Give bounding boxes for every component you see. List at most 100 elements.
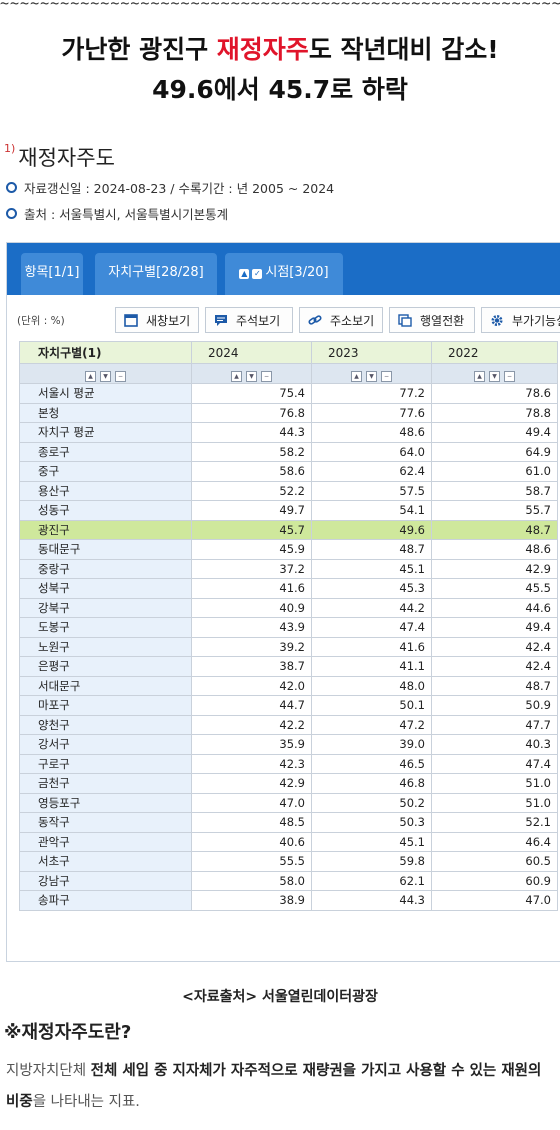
row-district-name: 성동구 bbox=[19, 500, 192, 521]
chevron-up-icon[interactable]: ▲ bbox=[239, 269, 250, 279]
row-value-cell: 77.2 bbox=[311, 383, 432, 404]
sort-up-icon[interactable]: ▲ bbox=[351, 370, 362, 382]
table-row: 구로구 42.3 46.5 47.4 bbox=[19, 753, 558, 774]
row-district-name: 성북구 bbox=[19, 578, 192, 599]
row-value-cell: 58.0 bbox=[191, 870, 312, 891]
extra-settings-button[interactable]: 부가기능설정 bbox=[481, 307, 560, 333]
sort-down-icon[interactable]: ▼ bbox=[100, 370, 111, 382]
sort-down-icon[interactable]: ▼ bbox=[246, 370, 257, 382]
row-value-cell: 48.0 bbox=[311, 675, 432, 696]
row-value-cell: 49.4 bbox=[431, 422, 558, 443]
row-value-cell: 41.6 bbox=[311, 636, 432, 657]
table-row: 강서구 35.9 39.0 40.3 bbox=[19, 734, 558, 755]
row-district-name: 송파구 bbox=[19, 890, 192, 911]
filter-icon[interactable]: − bbox=[504, 370, 515, 382]
row-value-cell: 78.6 bbox=[431, 383, 558, 404]
sort-controls: ▲ ▼ − bbox=[431, 363, 558, 384]
row-value-cell: 48.6 bbox=[431, 539, 558, 560]
sort-controls: ▲ ▼ − bbox=[19, 363, 192, 384]
row-district-name: 서울시 평균 bbox=[19, 383, 192, 404]
address-label: 주소보기 bbox=[330, 314, 375, 328]
headline-text-1: 가난한 광진구 bbox=[61, 35, 217, 64]
row-value-cell: 54.1 bbox=[311, 500, 432, 521]
row-value-cell: 58.6 bbox=[191, 461, 312, 482]
transpose-icon bbox=[398, 314, 412, 327]
row-value-cell: 64.0 bbox=[311, 441, 432, 462]
comment-icon bbox=[215, 315, 227, 326]
footnote-marker: 1) bbox=[4, 142, 16, 155]
header-district: 자치구별(1) bbox=[19, 341, 192, 364]
row-value-cell: 58.2 bbox=[191, 441, 312, 462]
row-value-cell: 55.7 bbox=[431, 500, 558, 521]
row-value-cell: 47.7 bbox=[431, 714, 558, 735]
row-value-cell: 40.9 bbox=[191, 597, 312, 618]
table-row: 서울시 평균 75.4 77.2 78.6 bbox=[19, 383, 558, 404]
table-row: 마포구 44.7 50.1 50.9 bbox=[19, 695, 558, 716]
address-button[interactable]: 주소보기 bbox=[299, 307, 383, 333]
toolbar: (단위 : %) 새창보기 주석보기 주소보기 행열전환 부가기능설정 bbox=[7, 295, 560, 343]
transpose-button[interactable]: 행열전환 bbox=[389, 307, 475, 333]
header-year: 2023 bbox=[311, 341, 432, 364]
row-value-cell: 40.3 bbox=[431, 734, 558, 755]
row-value-cell: 76.8 bbox=[191, 402, 312, 423]
row-value-cell: 64.9 bbox=[431, 441, 558, 462]
sort-controls: ▲ ▼ − bbox=[311, 363, 432, 384]
row-value-cell: 45.1 bbox=[311, 558, 432, 579]
row-value-cell: 78.8 bbox=[431, 402, 558, 423]
row-value-cell: 57.5 bbox=[311, 480, 432, 501]
definition-text: 지방자치단체 전체 세입 중 지자체가 자주적으로 재량권을 가지고 사용할 수… bbox=[6, 1056, 556, 1118]
sort-up-icon[interactable]: ▲ bbox=[231, 370, 242, 382]
sort-up-icon[interactable]: ▲ bbox=[85, 370, 96, 382]
table-row: 은평구 38.7 41.1 42.4 bbox=[19, 656, 558, 677]
table-row: 동대문구 45.9 48.7 48.6 bbox=[19, 539, 558, 560]
meta-updated-text: 자료갱신일 : 2024-08-23 / 수록기간 : 년 2005 ~ 202… bbox=[24, 181, 335, 196]
row-value-cell: 47.4 bbox=[311, 617, 432, 638]
sort-controls: ▲ ▼ − bbox=[191, 363, 312, 384]
table-row: 서초구 55.5 59.8 60.5 bbox=[19, 851, 558, 872]
row-value-cell: 45.1 bbox=[311, 831, 432, 852]
filter-icon[interactable]: − bbox=[381, 370, 392, 382]
row-value-cell: 50.3 bbox=[311, 812, 432, 833]
headline: 가난한 광진구 재정자주도 작년대비 감소! 49.6에서 45.7로 하락 bbox=[0, 30, 560, 110]
window-icon bbox=[124, 314, 138, 327]
sort-up-icon[interactable]: ▲ bbox=[474, 370, 485, 382]
tab-district[interactable]: 자치구별[28/28] bbox=[95, 253, 217, 295]
table-row: 노원구 39.2 41.6 42.4 bbox=[19, 636, 558, 657]
row-district-name: 강서구 bbox=[19, 734, 192, 755]
row-value-cell: 47.0 bbox=[191, 792, 312, 813]
row-value-cell: 44.3 bbox=[191, 422, 312, 443]
row-value-cell: 50.2 bbox=[311, 792, 432, 813]
bullet-icon bbox=[6, 208, 17, 219]
row-value-cell: 46.8 bbox=[311, 773, 432, 794]
row-value-cell: 50.9 bbox=[431, 695, 558, 716]
statistics-panel: 항목[1/1] 자치구별[28/28] ▲ ✓ 시점[3/20] (단위 : %) … bbox=[6, 242, 560, 962]
row-value-cell: 48.5 bbox=[191, 812, 312, 833]
tab-items[interactable]: 항목[1/1] bbox=[21, 253, 83, 295]
row-district-name: 마포구 bbox=[19, 695, 192, 716]
row-value-cell: 45.5 bbox=[431, 578, 558, 599]
table-row: 중구 58.6 62.4 61.0 bbox=[19, 461, 558, 482]
new-window-button[interactable]: 새창보기 bbox=[115, 307, 199, 333]
table-row: 영등포구 47.0 50.2 51.0 bbox=[19, 792, 558, 813]
headline-highlight: 재정자주 bbox=[216, 35, 309, 64]
checkbox-icon[interactable]: ✓ bbox=[252, 269, 263, 279]
tab-period[interactable]: ▲ ✓ 시점[3/20] bbox=[225, 253, 343, 295]
row-value-cell: 51.0 bbox=[431, 773, 558, 794]
sort-down-icon[interactable]: ▼ bbox=[489, 370, 500, 382]
filter-icon[interactable]: − bbox=[115, 370, 126, 382]
row-value-cell: 60.9 bbox=[431, 870, 558, 891]
row-value-cell: 44.3 bbox=[311, 890, 432, 911]
row-value-cell: 45.7 bbox=[191, 519, 312, 540]
sort-down-icon[interactable]: ▼ bbox=[366, 370, 377, 382]
annotation-button[interactable]: 주석보기 bbox=[205, 307, 293, 333]
row-value-cell: 47.4 bbox=[431, 753, 558, 774]
section-title-text: 재정자주도 bbox=[18, 146, 115, 170]
row-value-cell: 77.6 bbox=[311, 402, 432, 423]
bullet-icon bbox=[6, 182, 17, 193]
filter-icon[interactable]: − bbox=[261, 370, 272, 382]
transpose-label: 행열전환 bbox=[420, 314, 465, 328]
row-value-cell: 44.6 bbox=[431, 597, 558, 618]
row-district-name: 서대문구 bbox=[19, 675, 192, 696]
row-value-cell: 42.0 bbox=[191, 675, 312, 696]
row-value-cell: 46.4 bbox=[431, 831, 558, 852]
